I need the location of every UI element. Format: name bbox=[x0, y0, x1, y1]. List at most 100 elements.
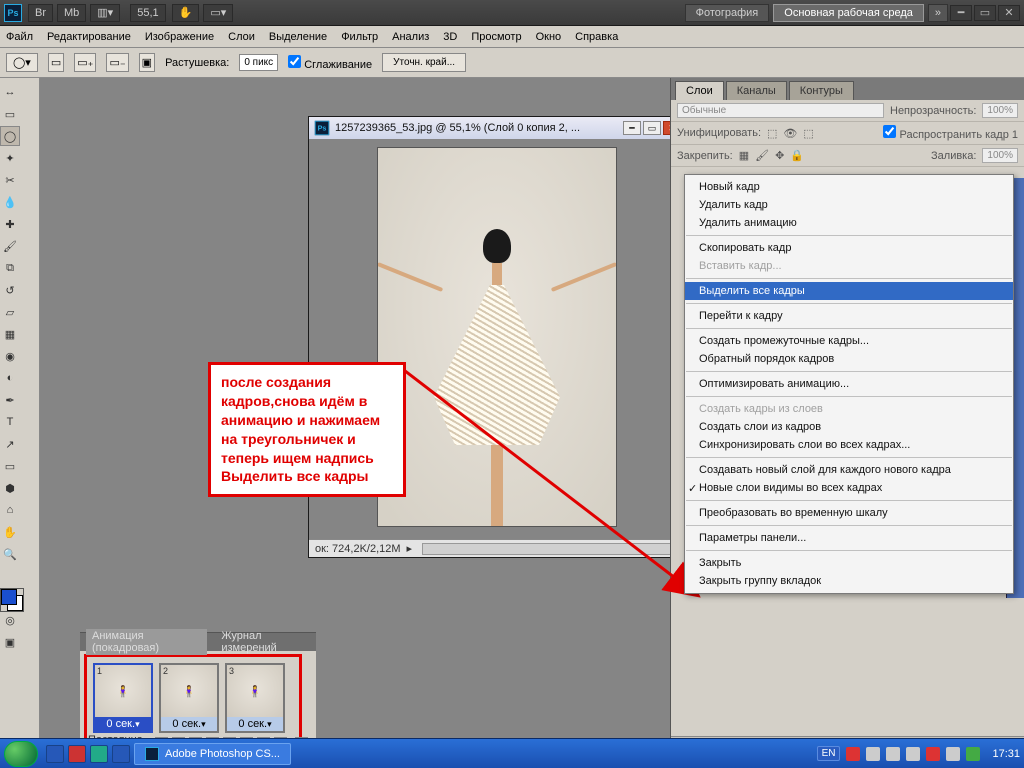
language-indicator[interactable]: EN bbox=[817, 746, 841, 761]
color-swatch[interactable] bbox=[0, 588, 24, 612]
zoom-level[interactable]: 55,1 bbox=[130, 4, 165, 22]
eyedropper-tool-icon[interactable]: 💧 bbox=[0, 192, 20, 212]
menu-layer[interactable]: Слои bbox=[228, 31, 255, 43]
eraser-tool-icon[interactable]: ▱ bbox=[0, 302, 20, 322]
tray-icon[interactable] bbox=[946, 747, 960, 761]
menu-window[interactable]: Окно bbox=[536, 31, 562, 43]
zoom-tool-icon[interactable]: 🔍 bbox=[0, 544, 20, 564]
selection-subtract-icon[interactable]: ▭₋ bbox=[106, 53, 128, 72]
quickmask-icon[interactable]: ◎ bbox=[0, 610, 20, 630]
stamp-tool-icon[interactable]: ⧉ bbox=[0, 258, 20, 278]
menu-convert-timeline[interactable]: Преобразовать во временную шкалу bbox=[685, 504, 1013, 522]
frame-duration[interactable]: 0 сек.▾ bbox=[227, 717, 283, 731]
menu-new-layers-visible[interactable]: ✓Новые слои видимы во всех кадрах bbox=[685, 479, 1013, 497]
tab-measurement-log[interactable]: Журнал измерений bbox=[221, 630, 310, 654]
unify-style-icon[interactable]: ⬚ bbox=[803, 127, 813, 140]
tray-icon[interactable] bbox=[906, 747, 920, 761]
quicklaunch-opera-icon[interactable] bbox=[68, 745, 86, 763]
tab-paths[interactable]: Контуры bbox=[789, 81, 854, 100]
refine-edge-button[interactable]: Уточн. край... bbox=[382, 53, 466, 72]
lasso-tool-icon[interactable]: ◯ bbox=[0, 126, 20, 146]
taskbar-clock[interactable]: 17:31 bbox=[992, 748, 1020, 760]
unify-visibility-icon[interactable]: 👁 bbox=[783, 127, 797, 140]
wand-tool-icon[interactable]: ✦ bbox=[0, 148, 20, 168]
hand-tool-icon[interactable]: ✋ bbox=[0, 522, 20, 542]
menu-new-layer-each-frame[interactable]: Создавать новый слой для каждого нового … bbox=[685, 461, 1013, 479]
lock-all-icon[interactable]: 🔒 bbox=[790, 149, 804, 162]
selection-new-icon[interactable]: ▭ bbox=[48, 53, 64, 72]
brush-tool-icon[interactable]: 🖌 bbox=[0, 236, 20, 256]
shape-tool-icon[interactable]: ▭ bbox=[0, 456, 20, 476]
app-close-button[interactable]: ✕ bbox=[998, 5, 1020, 21]
menu-delete-frame[interactable]: Удалить кадр bbox=[685, 196, 1013, 214]
opacity-input[interactable]: 100% bbox=[982, 103, 1018, 118]
move-tool-icon[interactable]: ↔ bbox=[0, 82, 20, 102]
lock-brush-icon[interactable]: 🖌 bbox=[755, 149, 769, 162]
workspace-essentials[interactable]: Основная рабочая среда bbox=[773, 4, 924, 22]
quicklaunch-icon[interactable] bbox=[46, 745, 64, 763]
heal-tool-icon[interactable]: ✚ bbox=[0, 214, 20, 234]
menu-copy-frame[interactable]: Скопировать кадр bbox=[685, 239, 1013, 257]
app-maximize-button[interactable]: ▭ bbox=[974, 5, 996, 21]
frame-duration[interactable]: 0 сек.▾ bbox=[161, 717, 217, 731]
menu-optimize-animation[interactable]: Оптимизировать анимацию... bbox=[685, 375, 1013, 393]
type-tool-icon[interactable]: T bbox=[0, 412, 20, 432]
menu-3d[interactable]: 3D bbox=[443, 31, 457, 43]
unify-position-icon[interactable]: ⬚ bbox=[767, 127, 777, 140]
menu-close-panel[interactable]: Закрыть bbox=[685, 554, 1013, 572]
path-tool-icon[interactable]: ↗ bbox=[0, 434, 20, 454]
workspace-more[interactable]: » bbox=[928, 4, 948, 22]
crop-tool-icon[interactable]: ✂ bbox=[0, 170, 20, 190]
hand-shortcut-icon[interactable]: ✋ bbox=[172, 4, 200, 22]
selection-intersect-icon[interactable]: ▣ bbox=[139, 53, 155, 72]
menu-panel-options[interactable]: Параметры панели... bbox=[685, 529, 1013, 547]
quicklaunch-ie-icon[interactable] bbox=[90, 745, 108, 763]
lock-pixels-icon[interactable]: ▦ bbox=[739, 149, 749, 162]
frame-2[interactable]: 2 🧍‍♀️ 0 сек.▾ bbox=[159, 663, 219, 733]
tray-avira-icon[interactable] bbox=[926, 747, 940, 761]
menu-tween[interactable]: Создать промежуточные кадры... bbox=[685, 332, 1013, 350]
fill-input[interactable]: 100% bbox=[982, 148, 1018, 163]
propagate-checkbox[interactable]: Распространить кадр 1 bbox=[883, 125, 1018, 141]
workspace-photography[interactable]: Фотография bbox=[685, 4, 770, 22]
document-titlebar[interactable]: Ps 1257239365_53.jpg @ 55,1% (Слой 0 коп… bbox=[309, 117, 685, 139]
minibridge-button[interactable]: Mb bbox=[57, 4, 86, 22]
3d-camera-tool-icon[interactable]: ⌂ bbox=[0, 500, 20, 520]
marquee-tool-icon[interactable]: ▭ bbox=[0, 104, 20, 124]
tray-icon[interactable] bbox=[866, 747, 880, 761]
frame-1[interactable]: 1 🧍‍♀️ 0 сек.▾ bbox=[93, 663, 153, 733]
tab-channels[interactable]: Каналы bbox=[726, 81, 787, 100]
dodge-tool-icon[interactable]: ◐ bbox=[0, 368, 20, 388]
menu-select-all-frames[interactable]: Выделить все кадры bbox=[685, 282, 1013, 300]
tab-animation-frames[interactable]: Анимация (покадровая) bbox=[86, 629, 207, 655]
quicklaunch-desktop-icon[interactable] bbox=[112, 745, 130, 763]
menu-goto-frame[interactable]: Перейти к кадру bbox=[685, 307, 1013, 325]
antialias-checkbox[interactable]: Сглаживание bbox=[288, 55, 372, 71]
screenmode-icon[interactable]: ▣ bbox=[0, 632, 20, 652]
tray-icon[interactable] bbox=[846, 747, 860, 761]
app-minimize-button[interactable]: ━ bbox=[950, 5, 972, 21]
tray-volume-icon[interactable] bbox=[886, 747, 900, 761]
frame-3[interactable]: 3 🧍‍♀️ 0 сек.▾ bbox=[225, 663, 285, 733]
screen-mode-button[interactable]: ▭▾ bbox=[203, 4, 233, 22]
selection-add-icon[interactable]: ▭₊ bbox=[74, 53, 96, 72]
current-tool-icon[interactable]: ◯▾ bbox=[6, 53, 38, 72]
pen-tool-icon[interactable]: ✒ bbox=[0, 390, 20, 410]
doc-minimize-button[interactable]: ━ bbox=[623, 121, 641, 135]
menu-close-tab-group[interactable]: Закрыть группу вкладок bbox=[685, 572, 1013, 590]
menu-help[interactable]: Справка bbox=[575, 31, 618, 43]
menu-filter[interactable]: Фильтр bbox=[341, 31, 378, 43]
menu-new-frame[interactable]: Новый кадр bbox=[685, 178, 1013, 196]
menu-image[interactable]: Изображение bbox=[145, 31, 214, 43]
menu-edit[interactable]: Редактирование bbox=[47, 31, 131, 43]
blur-tool-icon[interactable]: ◉ bbox=[0, 346, 20, 366]
gradient-tool-icon[interactable]: ▦ bbox=[0, 324, 20, 344]
lock-position-icon[interactable]: ✥ bbox=[775, 149, 784, 162]
frame-duration[interactable]: 0 сек.▾ bbox=[95, 717, 151, 731]
menu-reverse-frames[interactable]: Обратный порядок кадров bbox=[685, 350, 1013, 368]
doc-maximize-button[interactable]: ▭ bbox=[643, 121, 661, 135]
menu-match-layers[interactable]: Синхронизировать слои во всех кадрах... bbox=[685, 436, 1013, 454]
menu-view[interactable]: Просмотр bbox=[471, 31, 521, 43]
menu-file[interactable]: Файл bbox=[6, 31, 33, 43]
menu-analysis[interactable]: Анализ bbox=[392, 31, 429, 43]
